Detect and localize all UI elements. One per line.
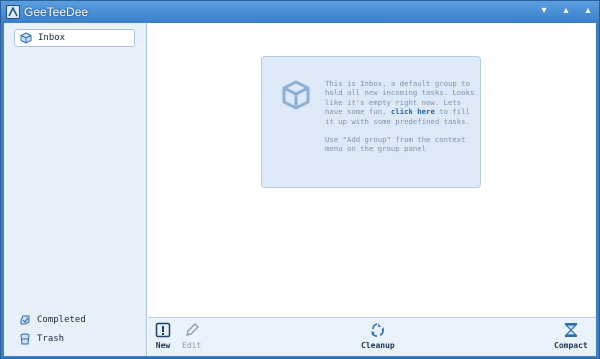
edit-button[interactable]: Edit <box>182 321 201 350</box>
expand-icon[interactable]: ▴ <box>555 1 577 19</box>
cleanup-button-label: Cleanup <box>361 341 395 350</box>
hint-text: This is Inbox, a default group to hold a… <box>325 79 477 154</box>
window-title: GeeTeeDee <box>24 5 89 19</box>
fill-tasks-link[interactable]: click here <box>391 107 435 116</box>
hourglass-icon <box>562 321 580 339</box>
new-button-label: New <box>155 341 171 350</box>
title-bar[interactable]: GeeTeeDee ▾ ▴ ▴ <box>1 1 599 23</box>
task-panel[interactable]: This is Inbox, a default group to hold a… <box>148 23 596 317</box>
sidebar-item-label: Inbox <box>38 33 66 43</box>
inbox-cube-icon <box>20 32 32 44</box>
title-controls: ▾ ▴ ▴ <box>533 1 599 23</box>
client-area: Inbox Completed Trash This is Inbox, a d… <box>4 23 596 356</box>
new-task-icon <box>154 321 172 339</box>
sidebar-item-label: Completed <box>37 315 86 325</box>
sidebar-item-completed[interactable]: Completed <box>14 311 135 329</box>
collapse-icon[interactable]: ▾ <box>533 1 555 19</box>
app-logo-icon <box>6 5 20 19</box>
sidebar-item-label: Trash <box>37 334 65 344</box>
compact-button[interactable]: Compact <box>554 321 588 350</box>
sidebar-item-inbox[interactable]: Inbox <box>14 29 135 47</box>
cleanup-button[interactable]: Cleanup <box>361 321 395 350</box>
new-button[interactable]: New <box>154 321 172 350</box>
trash-icon <box>19 333 31 345</box>
empty-group-hint: This is Inbox, a default group to hold a… <box>261 56 481 188</box>
sidebar-item-trash[interactable]: Trash <box>14 330 135 348</box>
completed-icon <box>19 314 31 326</box>
pencil-icon <box>183 321 201 339</box>
edit-button-label: Edit <box>182 341 202 350</box>
compact-button-label: Compact <box>554 341 588 350</box>
bottom-toolbar: New Edit Cleanup Compact <box>148 317 596 356</box>
inbox-cube-icon <box>282 80 310 110</box>
group-panel[interactable]: Inbox Completed Trash <box>4 23 147 356</box>
pin-icon[interactable]: ▴ <box>577 1 599 19</box>
recycle-icon <box>369 321 387 339</box>
hint-text-2: Use "Add group" from the context menu on… <box>325 135 466 154</box>
app-window: GeeTeeDee ▾ ▴ ▴ Inbox Completed Trash Th… <box>0 0 600 359</box>
